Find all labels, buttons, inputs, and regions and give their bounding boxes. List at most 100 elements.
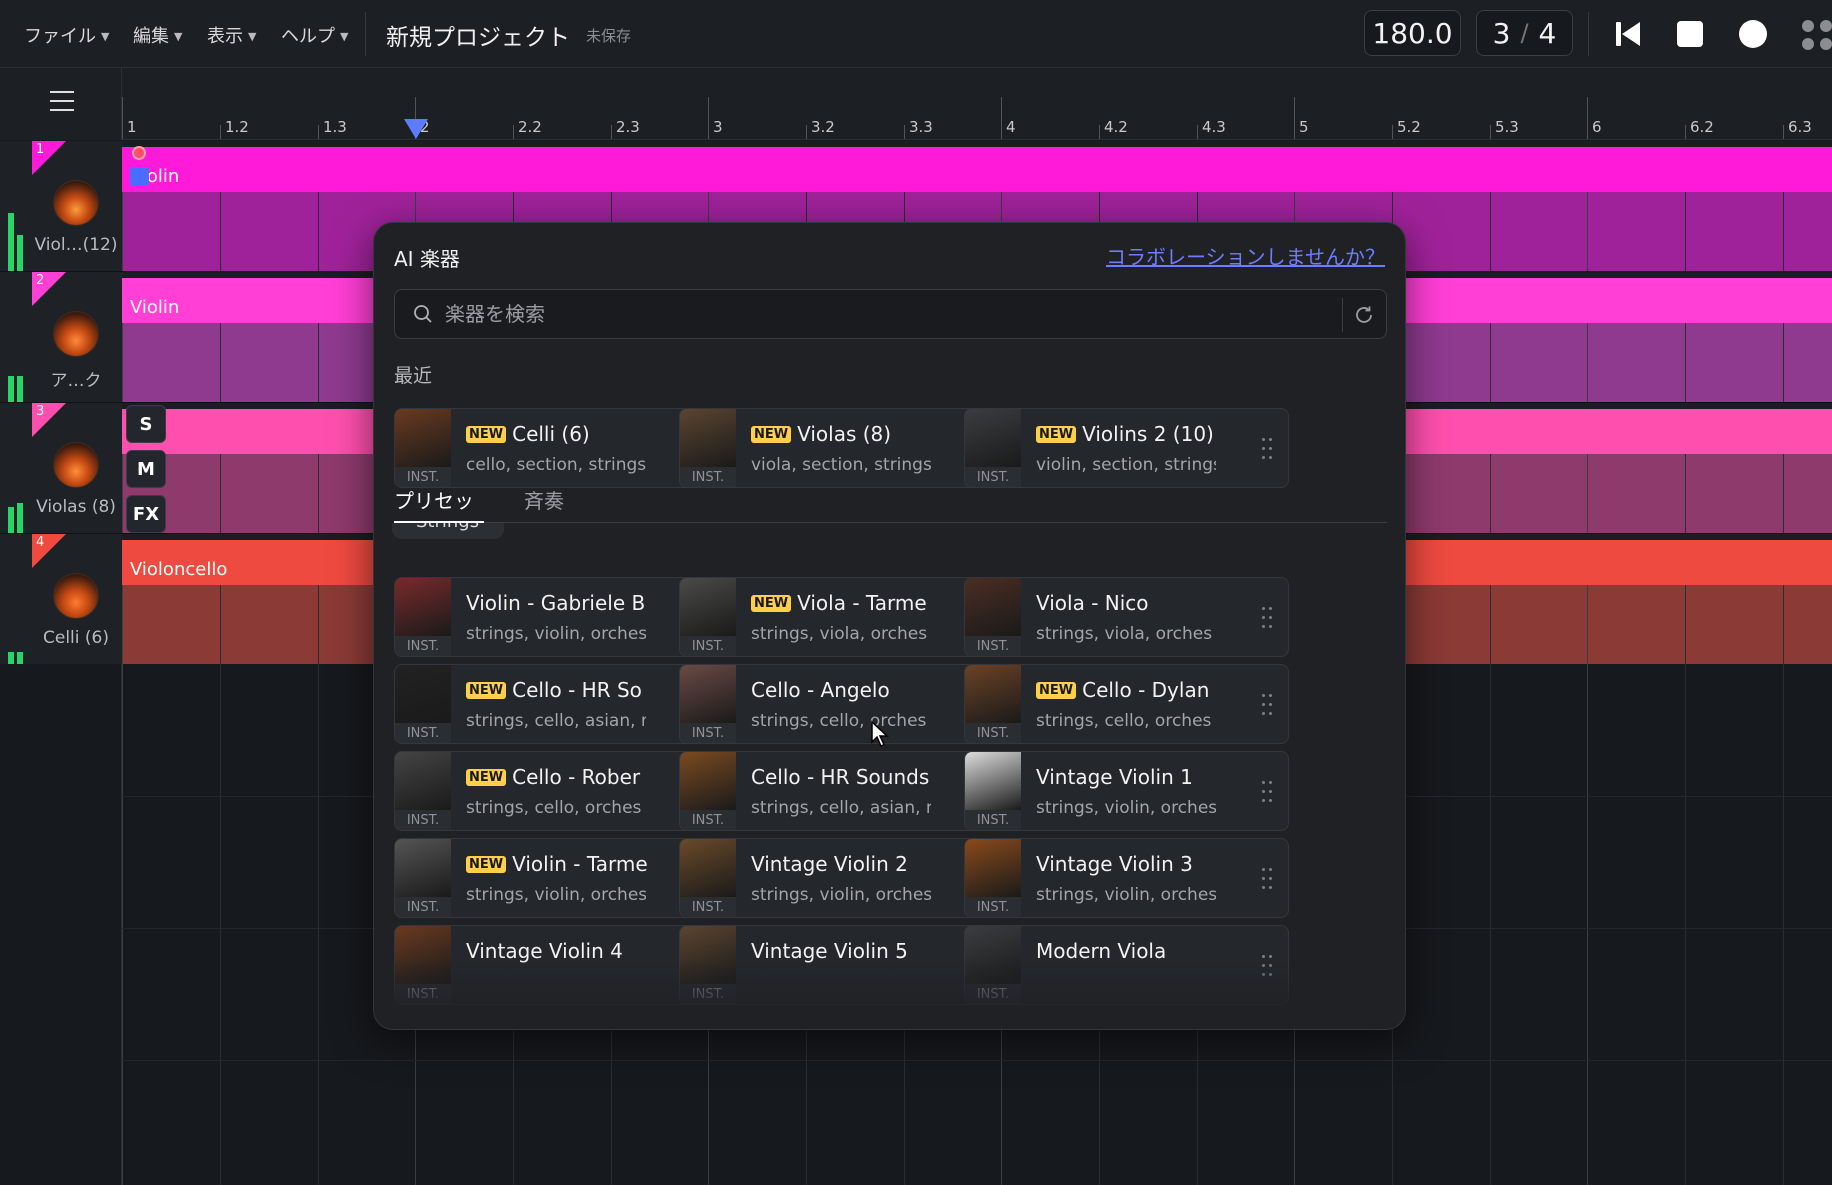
ruler-label: 4.3: [1202, 118, 1226, 136]
inst-label: INST.: [395, 984, 451, 1004]
ruler-label: 6: [1592, 118, 1602, 136]
instrument-card[interactable]: INST. NEW Celli (6) cello, section, strings: [394, 408, 719, 488]
instrument-card[interactable]: INST. NEW Cello - Dylan strings, cello, orc…: [964, 664, 1289, 744]
instrument-name-row: NEW Violins 2 (10): [1036, 422, 1251, 446]
playhead-marker[interactable]: [404, 119, 428, 139]
refresh-icon[interactable]: [1352, 303, 1376, 327]
headphones-icon[interactable]: [130, 167, 149, 186]
instrument-name-row: NEW Cello - HR So: [466, 678, 681, 702]
instrument-card[interactable]: INST. NEW Violins 2 (10) violin, section, s…: [964, 408, 1289, 488]
drag-handle-icon[interactable]: [1262, 868, 1274, 890]
drag-handle-icon[interactable]: [1262, 955, 1274, 977]
track-header[interactable]: 1 Viol…(12): [0, 141, 122, 272]
divider: [1342, 298, 1343, 332]
grid-line: [1685, 192, 1686, 271]
instrument-tags: strings, cello, orches: [466, 798, 642, 818]
search-input[interactable]: [445, 298, 1305, 330]
fx-button[interactable]: FX: [126, 495, 166, 533]
instrument-name: Cello - Rober: [512, 765, 641, 789]
drag-handle-icon[interactable]: [1262, 781, 1274, 803]
inst-label: INST.: [680, 723, 736, 743]
skip-to-start-button[interactable]: [1608, 14, 1648, 54]
menu-file[interactable]: ファイル ▼: [24, 22, 109, 48]
instrument-name-row: Viola - Nico: [1036, 591, 1251, 615]
stop-button[interactable]: [1670, 14, 1710, 54]
instrument-card[interactable]: INST. Vintage Violin 4: [394, 925, 719, 1005]
drag-handle-icon[interactable]: [1262, 694, 1274, 716]
instrument-card[interactable]: INST. Cello - HR Sounds strings, cello, as…: [679, 751, 1004, 831]
instrument-thumbnail: INST.: [395, 926, 451, 1004]
instrument-thumbnail: INST.: [680, 752, 736, 830]
track-header[interactable]: 3 Violas (8): [0, 403, 122, 534]
instrument-card[interactable]: INST. Vintage Violin 5: [679, 925, 1004, 1005]
tempo-field[interactable]: 180.0: [1364, 10, 1461, 56]
track-header[interactable]: 4 Celli (6): [0, 534, 122, 665]
instrument-name: Cello - HR So: [512, 678, 642, 702]
instrument-image-icon: [680, 926, 736, 984]
ruler-tick: [1490, 125, 1491, 139]
new-badge: NEW: [466, 769, 507, 786]
instrument-name-row: Modern Viola: [1036, 939, 1251, 963]
filter-chip-strings[interactable]: Strings: [392, 523, 504, 539]
collaboration-link[interactable]: コラボレーションしませんか？: [1106, 241, 1385, 270]
level-meter-right: [17, 503, 23, 533]
ruler-label: 1: [127, 118, 137, 136]
level-meter-left: [8, 213, 14, 271]
instrument-image-icon: [965, 926, 1021, 984]
instrument-thumbnail: INST.: [965, 665, 1021, 743]
project-title[interactable]: 新規プロジェクト: [386, 18, 570, 52]
ruler-label: 3: [713, 118, 723, 136]
tab-unison[interactable]: 斉奏: [524, 485, 564, 523]
instrument-card[interactable]: INST. Cello - Angelo strings, cello, orche…: [679, 664, 1004, 744]
menu-view[interactable]: 表示 ▼: [207, 22, 256, 48]
grid-line: [122, 192, 123, 271]
drag-handle-icon[interactable]: [1262, 438, 1274, 460]
menu-edit[interactable]: 編集 ▼: [133, 22, 182, 48]
grid-line: [220, 454, 221, 533]
ruler-tick: [611, 125, 612, 139]
instrument-card[interactable]: INST. NEW Violin - Tarme strings, violin, o…: [394, 838, 719, 918]
menu-edit-label: 編集: [133, 26, 169, 47]
instrument-name-row: Vintage Violin 5: [751, 939, 966, 963]
instrument-card[interactable]: INST. NEW Cello - Rober strings, cello, orc…: [394, 751, 719, 831]
ruler-label: 4.2: [1104, 118, 1128, 136]
record-arm-icon[interactable]: [132, 146, 146, 160]
hamburger-menu-icon[interactable]: [50, 91, 74, 113]
instrument-tags: strings, viola, orches: [1036, 624, 1213, 644]
ruler-tick: [513, 125, 514, 139]
instrument-card[interactable]: INST. Violin - Gabriele B strings, violin,…: [394, 577, 719, 657]
mouse-cursor-icon: [871, 720, 889, 748]
record-button[interactable]: [1733, 14, 1773, 54]
instrument-card[interactable]: INST. Vintage Violin 1 strings, violin, or…: [964, 751, 1289, 831]
instrument-card[interactable]: INST. NEW Violas (8) viola, section, string…: [679, 408, 1004, 488]
instrument-image-icon: [680, 665, 736, 723]
solo-button[interactable]: S: [126, 405, 166, 443]
instrument-name-row: Vintage Violin 1: [1036, 765, 1251, 789]
instrument-name-row: NEW Viola - Tarme: [751, 591, 966, 615]
grid-line: [220, 585, 221, 664]
track-header[interactable]: 2 ア…ク: [0, 272, 122, 403]
clip-header[interactable]: Violin: [122, 147, 1832, 192]
recent-section-label: 最近: [394, 365, 433, 387]
time-signature-field[interactable]: 3 / 4: [1476, 10, 1573, 56]
mute-button[interactable]: M: [126, 450, 166, 488]
instrument-card[interactable]: INST. NEW Viola - Tarme strings, viola, orc…: [679, 577, 1004, 657]
instrument-thumbnail: INST.: [395, 578, 451, 656]
more-button[interactable]: [1795, 14, 1832, 54]
instrument-card[interactable]: INST. Vintage Violin 3 strings, violin, or…: [964, 838, 1289, 918]
instrument-card[interactable]: INST. Viola - Nico strings, viola, orches: [964, 577, 1289, 657]
ruler-label: 5.2: [1397, 118, 1421, 136]
timeline-ruler[interactable]: 1 1.2 1.3 2 2.2 2.3 3 3.2 3.3 4 4.2 4.3 5 5.2 5.3 6 6.2 6…: [122, 68, 1832, 140]
drag-handle-icon[interactable]: [1262, 607, 1274, 629]
instrument-card[interactable]: INST. Vintage Violin 2 strings, violin, or…: [679, 838, 1004, 918]
grid-line: [1587, 585, 1588, 664]
grid-line: [1685, 454, 1686, 533]
tab-presets[interactable]: プリセット: [394, 485, 484, 542]
inst-label: INST.: [680, 810, 736, 830]
inst-label: INST.: [395, 897, 451, 917]
menu-help[interactable]: ヘルプ ▼: [281, 22, 348, 48]
instrument-card[interactable]: INST. NEW Cello - HR So strings, cello, asi…: [394, 664, 719, 744]
instrument-card[interactable]: INST. Modern Viola: [964, 925, 1289, 1005]
new-badge: NEW: [466, 682, 507, 699]
inst-label: INST.: [680, 636, 736, 656]
